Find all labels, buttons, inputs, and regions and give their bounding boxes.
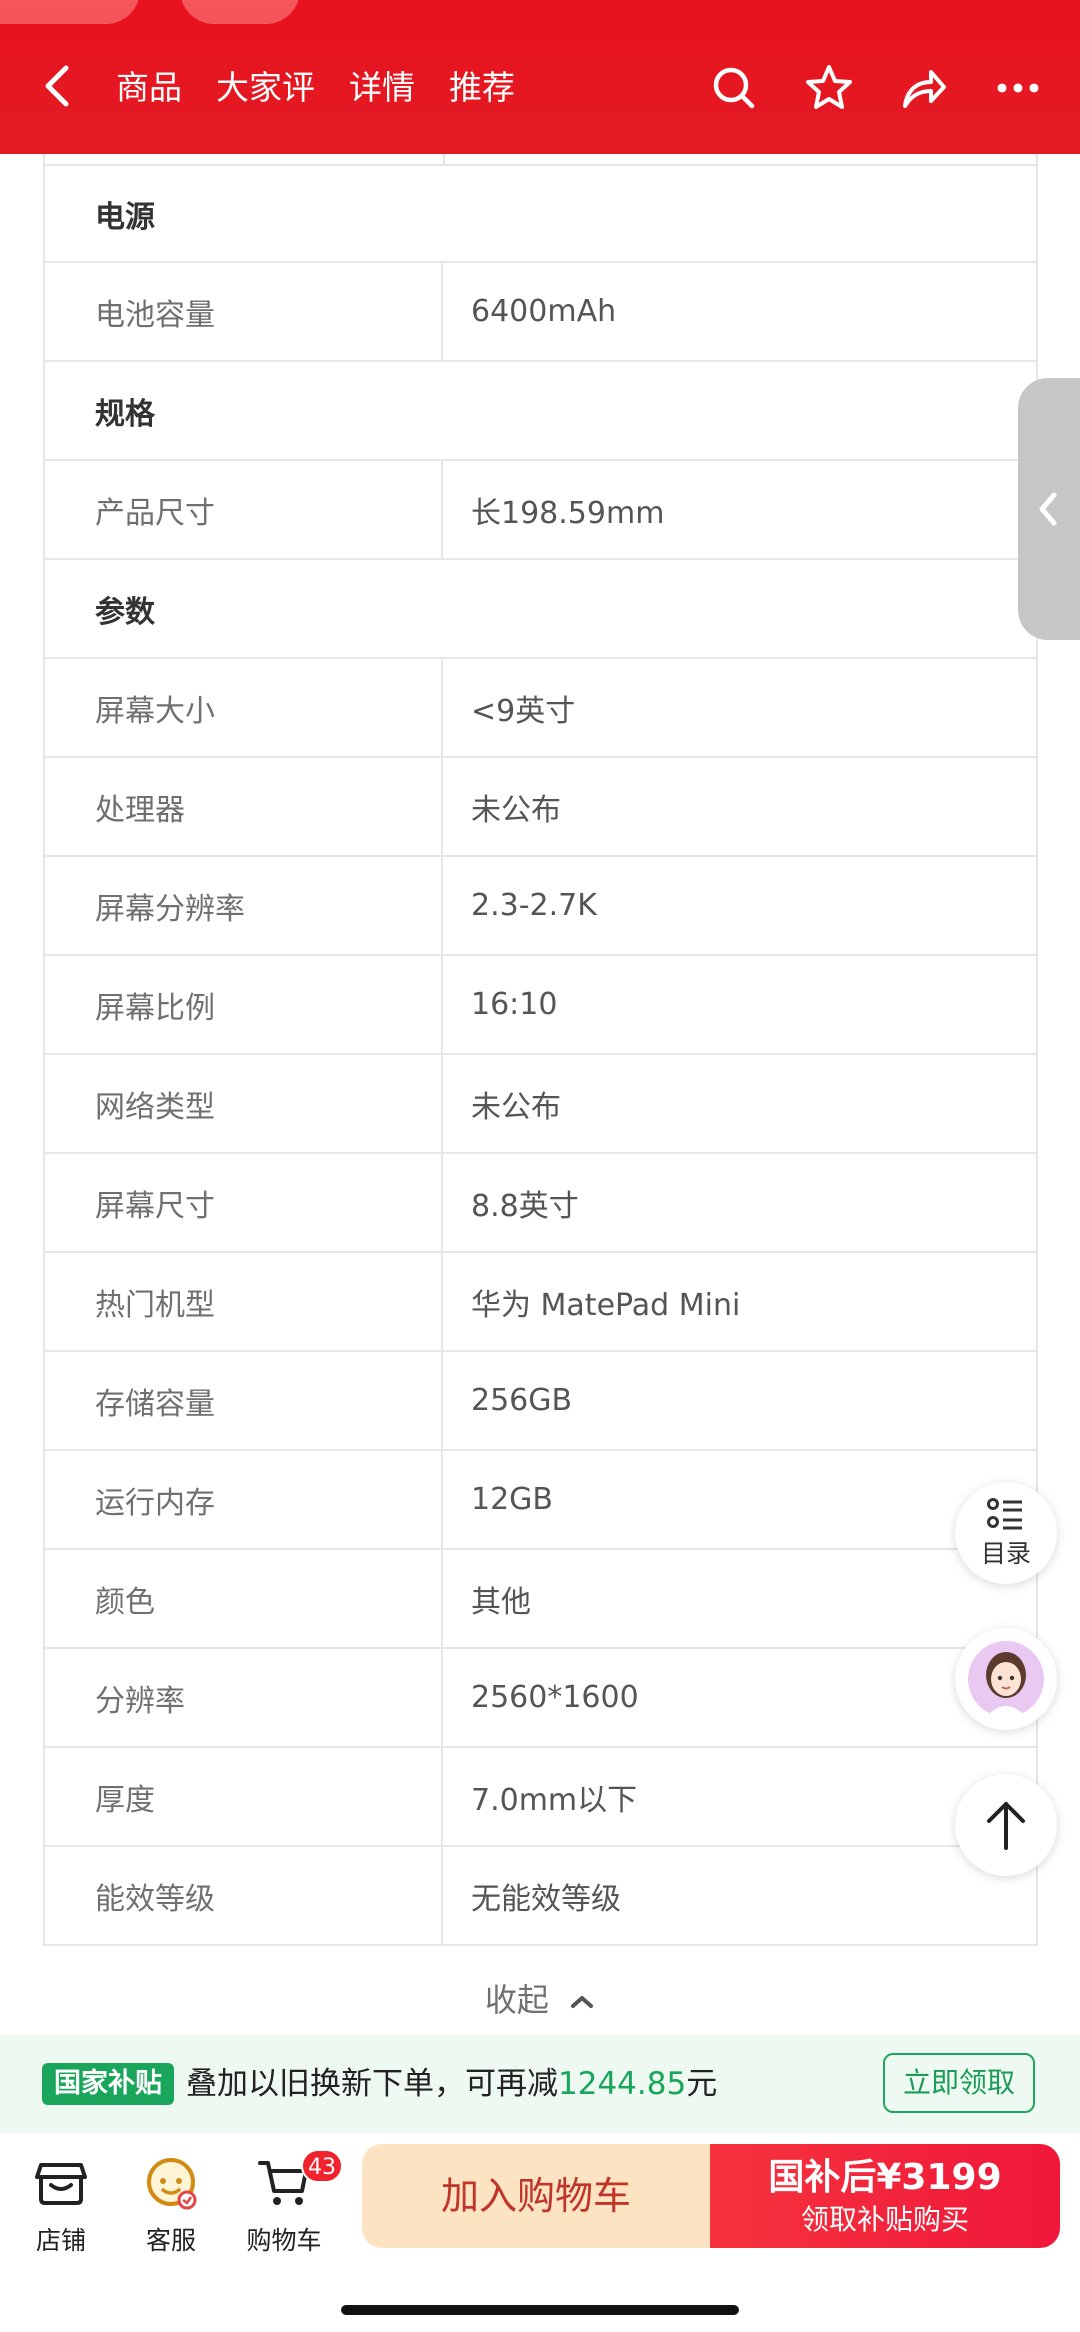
store-button[interactable]: 店铺: [6, 2145, 116, 2255]
spec-key: 运行内存: [45, 1451, 443, 1548]
more-icon[interactable]: [992, 62, 1044, 114]
spec-value: 未公布: [471, 1089, 561, 1125]
spec-key: 网络类型: [45, 1055, 443, 1152]
store-icon: [35, 2163, 87, 2205]
spec-value: 其他: [471, 1584, 531, 1620]
table-row: 颜色 其他: [43, 1550, 1038, 1649]
search-icon[interactable]: [708, 62, 760, 114]
claim-subsidy-button[interactable]: 立即领取: [883, 2053, 1035, 2113]
spec-key: 屏幕分辨率: [45, 857, 443, 954]
section-header: 参数: [43, 560, 1038, 659]
table-row: 网络类型 未公布: [43, 1055, 1038, 1154]
spec-value: 华为 MatePad Mini: [471, 1287, 741, 1323]
spec-value: 256GB: [471, 1383, 573, 1418]
cart-count-badge: 43: [301, 2149, 343, 2183]
cart-button[interactable]: 43 购物车: [229, 2145, 343, 2255]
store-label: 店铺: [35, 2226, 86, 2255]
toc-label: 目录: [980, 1539, 1031, 1568]
bottom-action-bar: 店铺 客服 43 购物车 加入购物车 国补后¥3199 领取补贴购买: [0, 2133, 1080, 2332]
table-row: 分辨率 2560*1600: [43, 1649, 1038, 1748]
assistant-avatar-icon: [968, 1641, 1044, 1717]
back-to-top-button[interactable]: [955, 1774, 1057, 1876]
section-header: 规格: [43, 362, 1038, 461]
table-row: 产品尺寸 长198.59mm: [43, 461, 1038, 560]
table-row: 屏幕比例 16:10: [43, 956, 1038, 1055]
table-row: 屏幕尺寸 8.8英寸: [43, 1154, 1038, 1253]
subsidy-text: 叠加以旧换新下单，可再减1244.85元: [186, 2060, 717, 2108]
cart-label: 购物车: [246, 2226, 322, 2255]
spec-key: 屏幕大小: [45, 659, 443, 756]
spec-value: 12GB: [471, 1482, 554, 1517]
spec-value: 6400mAh: [471, 294, 617, 329]
spec-key: 屏幕比例: [45, 956, 443, 1053]
spec-key: 电池容量: [45, 263, 443, 360]
table-row: 存储容量 256GB: [43, 1352, 1038, 1451]
spec-key: 产品尺寸: [45, 461, 443, 558]
spec-value: 7.0mm以下: [471, 1782, 638, 1818]
table-row: 厚度 7.0mm以下: [43, 1748, 1038, 1847]
spec-value: 8.8英寸: [471, 1188, 579, 1224]
favorite-star-icon[interactable]: [803, 62, 855, 114]
spec-key: 颜色: [45, 1550, 443, 1647]
spec-value: 16:10: [471, 987, 558, 1022]
spec-value: 2.3-2.7K: [471, 888, 597, 923]
buy-subtitle: 领取补贴购买: [800, 2203, 969, 2236]
tab-recommend[interactable]: 推荐: [449, 64, 515, 112]
spec-value: 无能效等级: [471, 1881, 621, 1917]
subsidy-text-suffix: 元: [686, 2066, 718, 2102]
table-row: 热门机型 华为 MatePad Mini: [43, 1253, 1038, 1352]
spec-key: 分辨率: [45, 1649, 443, 1746]
top-nav-bar: 商品 大家评 详情 推荐: [0, 0, 1080, 154]
spec-table: 电源 电池容量 6400mAh 规格 产品尺寸 长198.59mm 参数 屏幕大小 <…: [43, 154, 1038, 1946]
table-row: 屏幕大小 <9英寸: [43, 659, 1038, 758]
tab-details[interactable]: 详情: [349, 64, 415, 112]
subsidy-price: 国补后¥3199: [768, 2157, 1002, 2198]
side-drawer-tab[interactable]: [1018, 378, 1080, 640]
table-row: 处理器 未公布: [43, 758, 1038, 857]
list-icon: [987, 1498, 1022, 1530]
spec-value: <9英寸: [471, 693, 576, 729]
table-row: 能效等级 无能效等级: [43, 1847, 1038, 1946]
table-edge: [43, 154, 1038, 164]
collapse-button[interactable]: 收起: [0, 1975, 1080, 2025]
section-tabs: 商品 大家评 详情 推荐: [116, 64, 515, 112]
tab-goods[interactable]: 商品: [116, 64, 182, 112]
subsidy-amount: 1244.85: [558, 2066, 687, 2102]
arrow-up-icon: [987, 1802, 1025, 1850]
home-indicator: [341, 2305, 739, 2315]
chevron-up-icon: [571, 1996, 594, 2008]
spec-value: 2560*1600: [471, 1680, 639, 1715]
customer-service-icon: [147, 2158, 197, 2210]
subsidy-badge: 国家补贴: [42, 2063, 174, 2105]
spec-key: 屏幕尺寸: [45, 1154, 443, 1251]
section-header: 电源: [43, 164, 1038, 263]
table-row: 电池容量 6400mAh: [43, 263, 1038, 362]
spec-value: 未公布: [471, 792, 561, 828]
subsidy-text-prefix: 叠加以旧换新下单，可再减: [186, 2066, 558, 2102]
collapse-label: 收起: [484, 1981, 549, 2019]
spec-key: 厚度: [45, 1748, 443, 1845]
assistant-avatar-button[interactable]: [955, 1628, 1057, 1730]
subsidy-banner: 国家补贴 叠加以旧换新下单，可再减1244.85元 立即领取: [0, 2035, 1080, 2133]
lantern-decoration: [0, 0, 140, 24]
spec-value: 长198.59mm: [471, 495, 665, 531]
share-icon[interactable]: [897, 62, 949, 114]
customer-service-button[interactable]: 客服: [116, 2145, 226, 2255]
customer-service-label: 客服: [145, 2226, 196, 2255]
buy-with-subsidy-button[interactable]: 国补后¥3199 领取补贴购买: [710, 2144, 1060, 2248]
chevron-left-icon: [1039, 492, 1057, 526]
add-to-cart-button[interactable]: 加入购物车: [362, 2144, 710, 2248]
spec-key: 热门机型: [45, 1253, 443, 1350]
spec-key: 处理器: [45, 758, 443, 855]
tab-reviews[interactable]: 大家评: [216, 64, 315, 112]
spec-key: 存储容量: [45, 1352, 443, 1449]
table-row: 运行内存 12GB: [43, 1451, 1038, 1550]
toc-button[interactable]: 目录: [955, 1482, 1057, 1584]
back-arrow-icon[interactable]: [38, 62, 78, 110]
spec-key: 能效等级: [45, 1847, 443, 1944]
table-row: 屏幕分辨率 2.3-2.7K: [43, 857, 1038, 956]
lantern-decoration: [180, 0, 300, 24]
